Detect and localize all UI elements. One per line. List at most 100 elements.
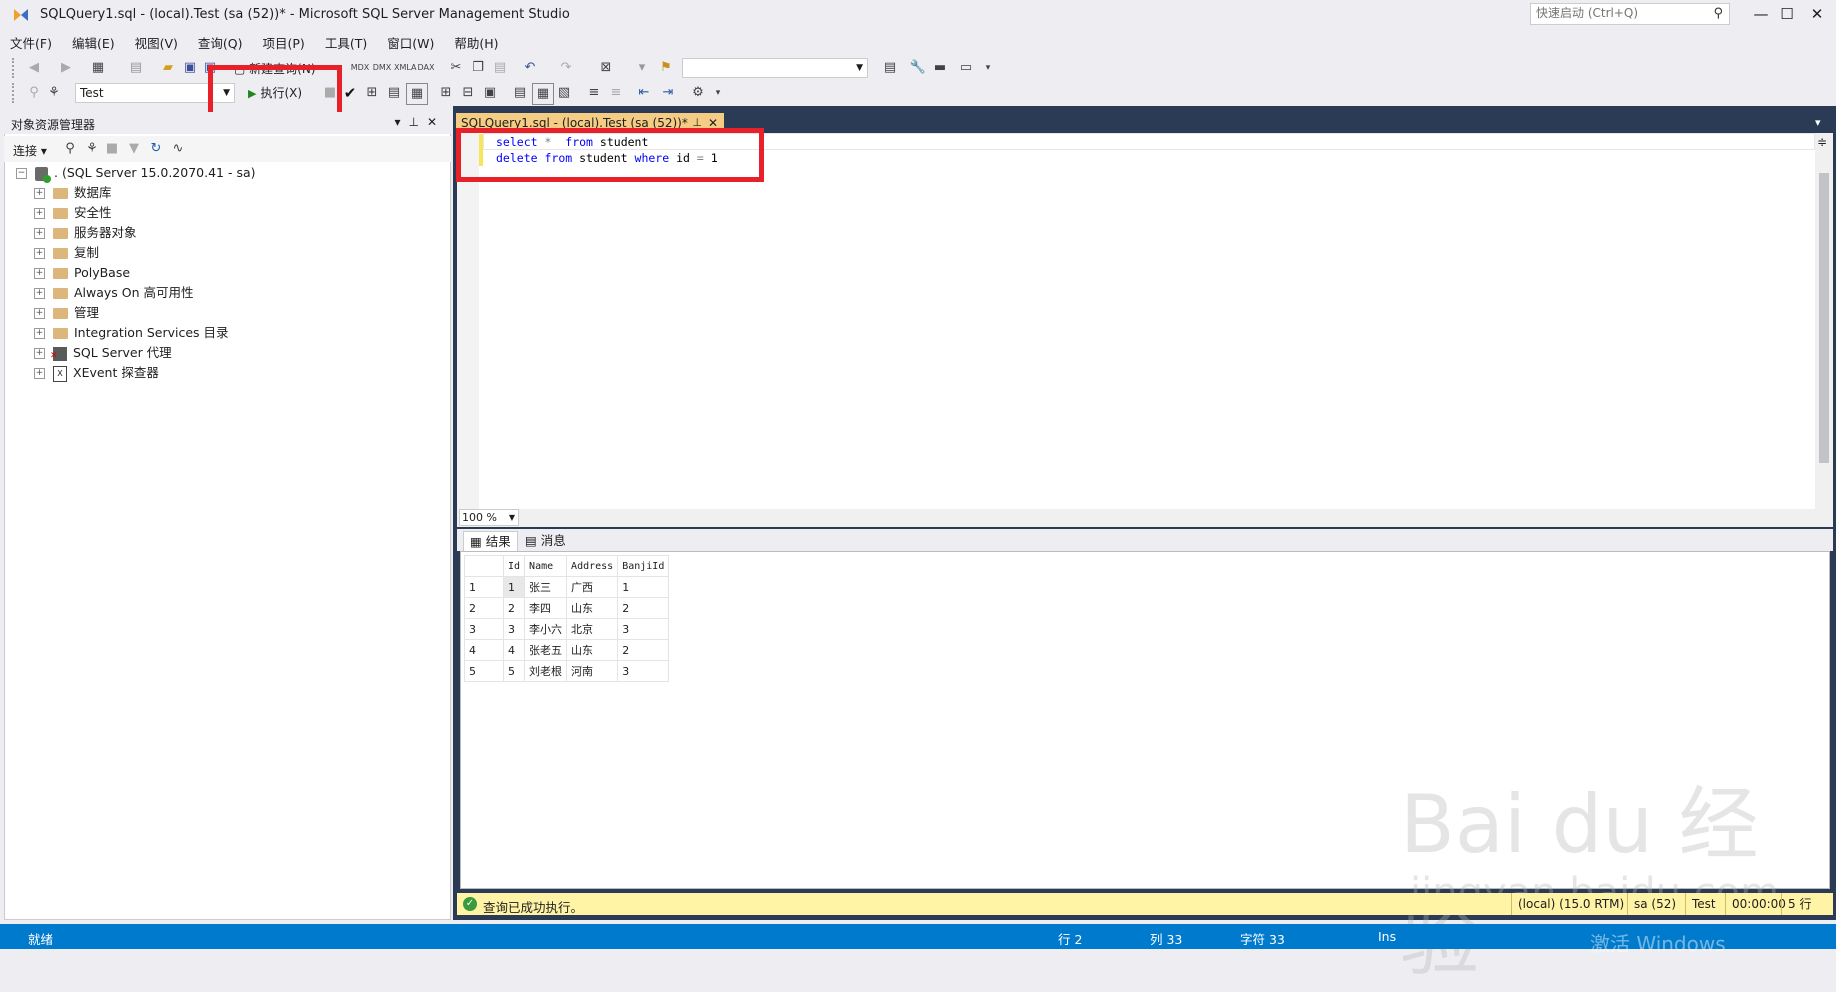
dmx-query-icon[interactable]: DMX [372, 58, 392, 78]
table-cell[interactable]: 河南 [566, 660, 619, 682]
menu-window[interactable]: 窗口(W) [377, 30, 444, 52]
intellisense-icon[interactable]: ▦ [406, 83, 428, 105]
find-in-files-icon[interactable]: ⚑ [656, 58, 676, 78]
live-stats-icon[interactable]: ⊟ [458, 83, 478, 103]
new-project-icon[interactable]: ▦ [88, 58, 108, 78]
disconnect-icon[interactable]: ⚘ [82, 139, 102, 159]
table-cell[interactable]: 3 [617, 660, 670, 682]
tree-node-replication[interactable]: + 复制 [34, 243, 99, 263]
cut-icon[interactable]: ✂ [446, 58, 466, 78]
tree-node-xevent[interactable]: + X XEvent 探查器 [34, 363, 159, 383]
tab-messages[interactable]: ▤ 消息 [519, 531, 572, 551]
tree-node-polybase[interactable]: + PolyBase [34, 263, 130, 283]
undo-icon[interactable]: ↶ [520, 58, 540, 78]
toolbox-icon[interactable]: ▬ [930, 58, 950, 78]
toolbar-grip[interactable] [12, 83, 20, 103]
connect-icon[interactable]: ⚲ [60, 139, 80, 159]
table-cell[interactable]: 4 [502, 639, 526, 661]
table-cell[interactable]: 广西 [566, 576, 619, 598]
toolbar-grip[interactable] [12, 58, 20, 78]
table-cell[interactable]: 张老五 [524, 639, 568, 661]
column-header[interactable]: Id [502, 555, 526, 577]
solution-config-icon[interactable]: ▾ [632, 58, 652, 78]
menu-view[interactable]: 视图(V) [125, 30, 188, 52]
column-header[interactable]: BanjiId [617, 555, 670, 577]
row-number[interactable]: 3 [464, 618, 504, 640]
table-cell[interactable]: 李小六 [524, 618, 568, 640]
row-number[interactable]: 2 [464, 597, 504, 619]
collapse-icon[interactable]: − [16, 168, 27, 179]
connect-icon[interactable]: ⚲ [24, 83, 44, 103]
save-icon[interactable]: ▣ [180, 58, 200, 78]
client-stats-icon[interactable]: ▣ [480, 83, 500, 103]
copy-icon[interactable]: ❐ [468, 58, 488, 78]
menu-project[interactable]: 项目(P) [253, 30, 315, 52]
zoom-selector[interactable]: 100 % ▼ [459, 509, 519, 526]
paste-icon[interactable]: ▤ [490, 58, 510, 78]
quick-launch-input[interactable] [1531, 4, 1711, 22]
menu-edit[interactable]: 编辑(E) [62, 30, 125, 52]
connect-dropdown[interactable]: 连接 ▾ [13, 142, 47, 159]
include-plan-icon[interactable]: ⊞ [436, 83, 456, 103]
decrease-indent-icon[interactable]: ⇤ [634, 83, 654, 103]
table-cell[interactable]: 1 [617, 576, 670, 598]
xmla-query-icon[interactable]: XMLA [394, 58, 417, 78]
table-cell[interactable]: 刘老根 [524, 660, 568, 682]
row-number[interactable]: 5 [464, 660, 504, 682]
sql-editor[interactable]: select * from student delete from studen… [457, 133, 1815, 509]
tree-node-server-objects[interactable]: + 服务器对象 [34, 223, 137, 243]
query-designer-icon[interactable]: ▤ [384, 83, 404, 103]
column-header[interactable]: Address [566, 555, 619, 577]
tree-node-security[interactable]: + 安全性 [34, 203, 112, 223]
tree-node-databases[interactable]: + 数据库 [34, 183, 112, 203]
increase-indent-icon[interactable]: ⇥ [658, 83, 678, 103]
forward-icon[interactable]: ▶ [56, 58, 76, 78]
menu-query[interactable]: 查询(Q) [188, 30, 253, 52]
expand-icon[interactable]: + [34, 228, 45, 239]
table-cell[interactable]: 2 [617, 639, 670, 661]
open-file-icon[interactable]: ▰ [158, 58, 178, 78]
properties-icon[interactable]: ▤ [880, 58, 900, 78]
back-icon[interactable]: ◀ [24, 58, 44, 78]
results-to-text-icon[interactable]: ▤ [510, 83, 530, 103]
filter-icon[interactable]: ▼ [124, 139, 144, 159]
expand-icon[interactable]: + [34, 308, 45, 319]
menu-file[interactable]: 文件(F) [0, 30, 62, 52]
activity-monitor-icon[interactable]: ⊠ [596, 58, 616, 78]
close-button[interactable]: ✕ [1800, 2, 1834, 26]
table-cell[interactable]: 5 [502, 660, 526, 682]
find-combo[interactable]: ▼ [682, 58, 868, 78]
splitter-icon[interactable]: ≑ [1817, 135, 1827, 149]
change-connection-icon[interactable]: ⚘ [44, 83, 64, 103]
tree-node-integration-services[interactable]: + Integration Services 目录 [34, 323, 229, 343]
table-cell[interactable]: 2 [502, 597, 526, 619]
table-cell[interactable]: 张三 [524, 576, 568, 598]
tab-results[interactable]: ▦ 结果 [463, 531, 518, 552]
tree-node-always-on[interactable]: + Always On 高可用性 [34, 283, 194, 303]
table-cell[interactable]: 3 [502, 618, 526, 640]
stop-icon[interactable]: ■ [102, 139, 122, 159]
table-cell[interactable]: 北京 [566, 618, 619, 640]
table-cell[interactable]: 3 [617, 618, 670, 640]
table-cell[interactable]: 山东 [566, 639, 619, 661]
comment-icon[interactable]: ≡ [584, 83, 604, 103]
uncomment-icon[interactable]: ≡ [606, 83, 626, 103]
refresh-icon[interactable]: ↻ [146, 139, 166, 159]
expand-icon[interactable]: + [34, 328, 45, 339]
dax-query-icon[interactable]: DAX [416, 58, 436, 78]
expand-icon[interactable]: + [34, 188, 45, 199]
expand-icon[interactable]: + [34, 268, 45, 279]
row-number[interactable]: 4 [464, 639, 504, 661]
editor-vertical-scrollbar[interactable]: ≑ [1815, 133, 1833, 509]
tree-node-sql-agent[interactable]: + SQL Server 代理 [34, 343, 172, 366]
mdx-query-icon[interactable]: MDX [350, 58, 370, 78]
table-cell[interactable]: 2 [617, 597, 670, 619]
table-cell[interactable]: 李四 [524, 597, 568, 619]
quick-launch[interactable]: ⚲ [1530, 3, 1730, 25]
expand-icon[interactable]: + [34, 348, 45, 359]
activity-icon[interactable]: ∿ [168, 139, 188, 159]
tools-icon[interactable]: 🔧 [908, 58, 928, 78]
expand-icon[interactable]: + [34, 208, 45, 219]
maximize-button[interactable]: ☐ [1770, 2, 1804, 26]
results-to-grid-icon[interactable]: ▦ [532, 83, 554, 105]
